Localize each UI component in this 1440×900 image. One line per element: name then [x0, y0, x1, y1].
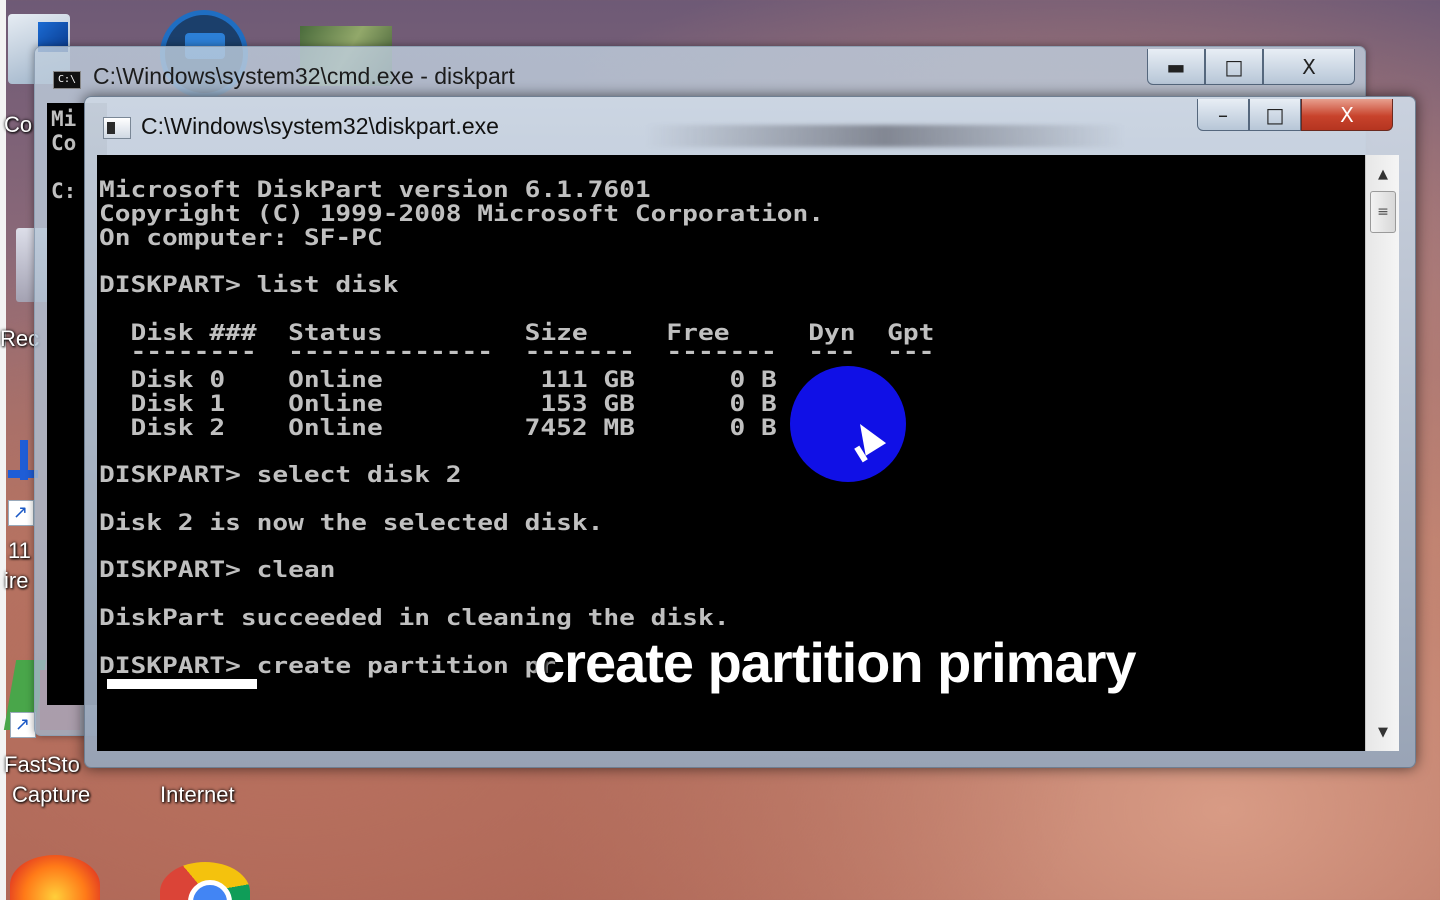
shortcut-arrow-icon [8, 500, 34, 526]
cmd-icon: C:\ [53, 71, 81, 89]
console-scrollbar[interactable]: ▲ ≡ ▼ [1365, 155, 1399, 751]
diskpart-icon [103, 117, 131, 139]
console-line: Disk 2 is now the selected disk. [99, 511, 604, 536]
console-input-line[interactable]: DISKPART> create partition pr [99, 655, 556, 679]
console-line: DiskPart succeeded in cleaning the disk. [99, 606, 730, 631]
shortcut-label-1[interactable]: 11 [8, 538, 31, 564]
diskpart-minimize-button[interactable]: – [1197, 99, 1249, 131]
console-line: Disk 1 Online 153 GB 0 B [99, 392, 777, 417]
diskpart-close-button[interactable]: X [1301, 99, 1393, 131]
console-line: DISKPART> clean [99, 558, 336, 583]
console-line: Disk 2 Online 7452 MB 0 B [99, 416, 777, 441]
computer-label[interactable]: Co [4, 112, 32, 138]
cmd-window-controls: ▬ □ X [1147, 49, 1355, 85]
scroll-up-arrow-icon[interactable]: ▲ [1366, 159, 1400, 189]
titlebar-blur [645, 125, 1125, 147]
cmd-window-title: C:\Windows\system32\cmd.exe - diskpart [93, 63, 515, 89]
console-line: Disk 0 Online 111 GB 0 B [99, 368, 777, 393]
faststone-label-2[interactable]: Capture [12, 782, 90, 808]
console-line: Copyright (C) 1999-2008 Microsoft Corpor… [99, 202, 825, 227]
cmd-console-line: Mi [51, 107, 77, 131]
underline-highlight [107, 679, 257, 689]
scroll-thumb[interactable]: ≡ [1370, 191, 1396, 233]
console-line: -------- ------------- ------- ------- -… [99, 340, 935, 365]
cmd-console-line: Co [51, 131, 77, 155]
cmd-close-button[interactable]: X [1263, 49, 1355, 85]
cmd-minimize-button[interactable]: ▬ [1147, 49, 1205, 85]
cmd-titlebar[interactable]: C:\ C:\Windows\system32\cmd.exe - diskpa… [35, 47, 1365, 103]
click-indicator [790, 366, 906, 482]
console-line: On computer: SF-PC [99, 226, 383, 251]
internet-label[interactable]: Internet [160, 782, 235, 808]
diskpart-maximize-button[interactable]: □ [1249, 99, 1301, 131]
firefox-icon[interactable] [10, 855, 100, 900]
chrome-icon[interactable] [160, 862, 250, 900]
tutorial-caption: create partition primary [534, 631, 1137, 694]
console-line: Microsoft DiskPart version 6.1.7601 [99, 178, 651, 203]
cmd-console-line: C: [51, 179, 77, 203]
diskpart-window-controls: – □ X [1197, 99, 1393, 131]
console-line: DISKPART> select disk 2 [99, 463, 462, 488]
scroll-down-arrow-icon[interactable]: ▼ [1366, 717, 1400, 747]
diskpart-window-title: C:\Windows\system32\diskpart.exe [141, 113, 499, 139]
cmd-maximize-button[interactable]: □ [1205, 49, 1263, 85]
console-line: DISKPART> list disk [99, 273, 399, 298]
shortcut-label-2[interactable]: ire [4, 568, 28, 594]
faststone-label-1[interactable]: FastSto [4, 752, 80, 778]
